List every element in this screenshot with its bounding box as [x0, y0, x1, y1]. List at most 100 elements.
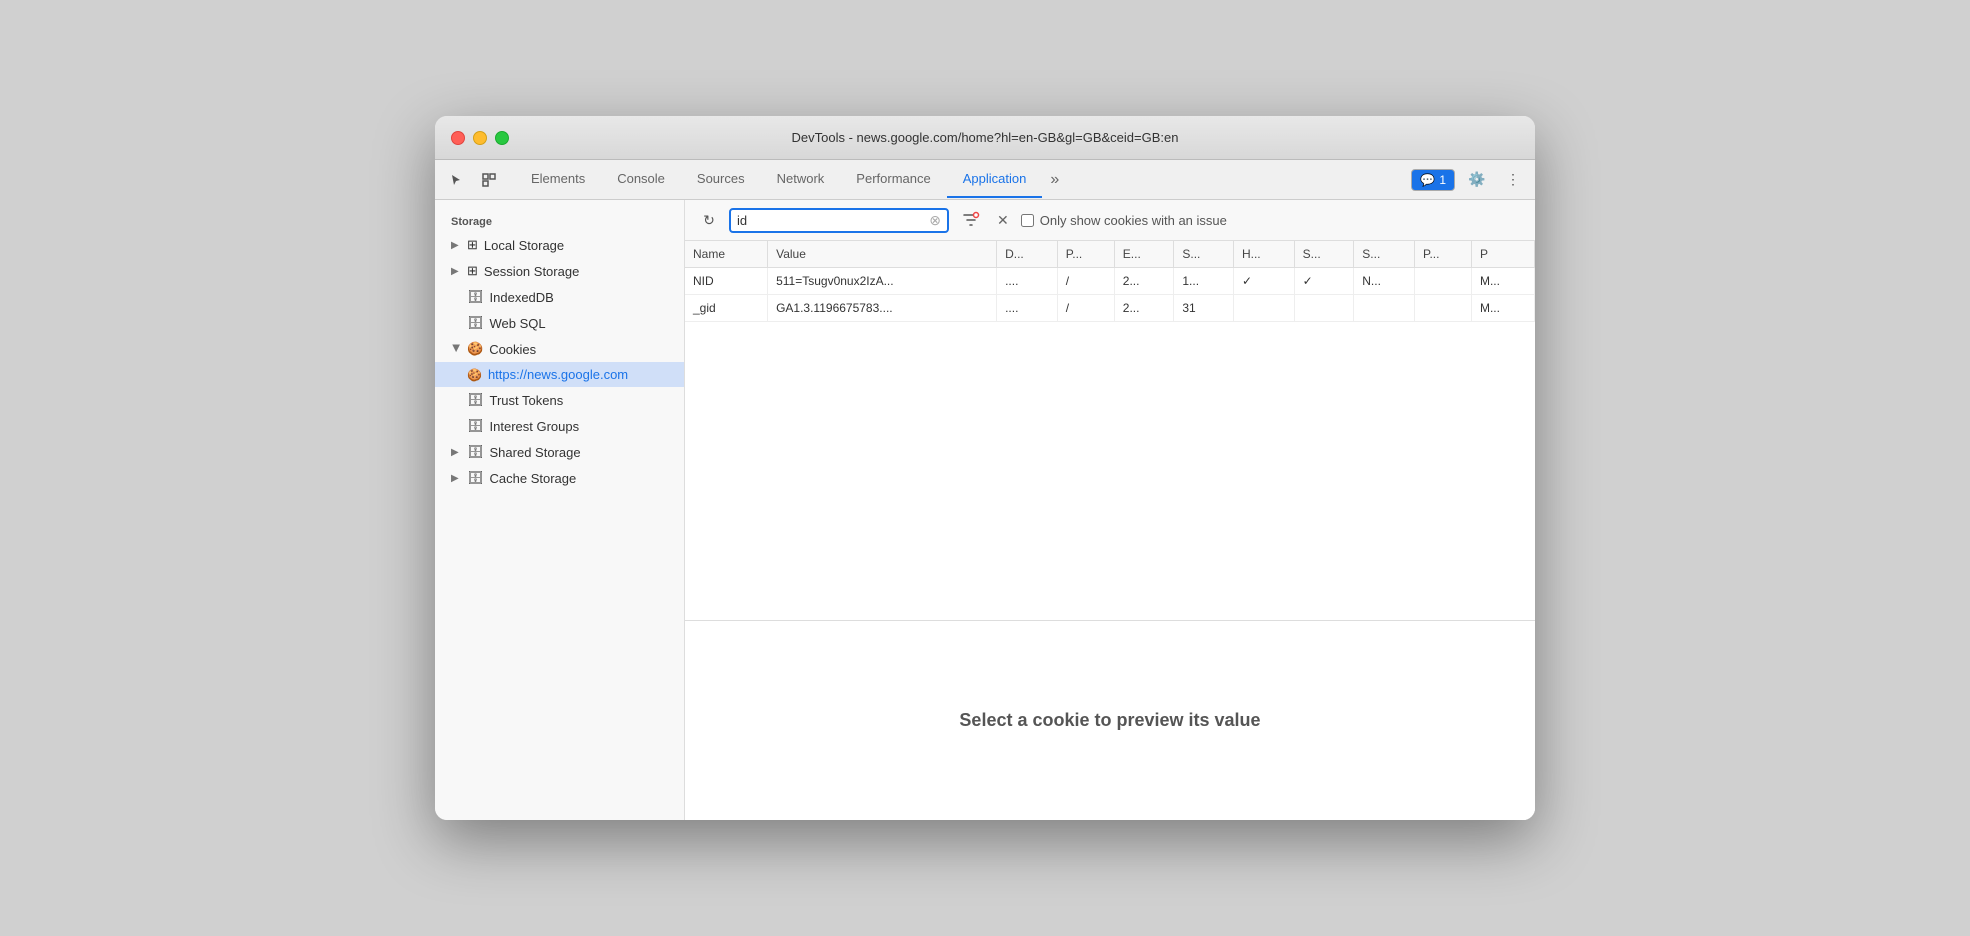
title-bar: DevTools - news.google.com/home?hl=en-GB…	[435, 116, 1535, 160]
only-issues-label: Only show cookies with an issue	[1040, 213, 1227, 228]
content-area: Storage ▶ ⊞ Local Storage ▶ ⊞ Session St…	[435, 200, 1535, 820]
col-s[interactable]: S...	[1174, 241, 1234, 268]
cell-value: GA1.3.1196675783....	[768, 295, 997, 322]
cookies-table-container: Name Value D... P... E... S... H... S...…	[685, 241, 1535, 620]
col-p[interactable]: P...	[1057, 241, 1114, 268]
sidebar-item-label: Local Storage	[484, 238, 564, 253]
preview-text: Select a cookie to preview its value	[959, 710, 1260, 731]
more-tabs-button[interactable]: »	[1042, 162, 1067, 198]
cell-d: ....	[997, 268, 1058, 295]
grid-icon: ⊞	[467, 263, 478, 279]
sidebar-item-label: Interest Groups	[490, 419, 580, 434]
cell-s: 1...	[1174, 268, 1234, 295]
cell-s2: ✓	[1294, 268, 1354, 295]
cell-s3: N...	[1354, 268, 1415, 295]
feedback-button[interactable]: 💬 1	[1411, 169, 1455, 191]
arrow-icon: ▶	[451, 447, 461, 458]
arrow-icon: ▶	[451, 266, 461, 277]
tab-performance[interactable]: Performance	[840, 162, 946, 198]
sidebar-item-cache-storage[interactable]: ▶ 🗄 Cache Storage	[435, 465, 684, 491]
col-e[interactable]: E...	[1114, 241, 1174, 268]
arrow-icon: ▶	[451, 473, 461, 484]
clear-search-icon[interactable]: ⊗	[929, 212, 941, 229]
tab-network[interactable]: Network	[761, 162, 841, 198]
col-s2[interactable]: S...	[1294, 241, 1354, 268]
minimize-button[interactable]	[473, 131, 487, 145]
col-h[interactable]: H...	[1233, 241, 1294, 268]
feedback-icon: 💬	[1420, 173, 1435, 187]
settings-icon[interactable]: ⚙️	[1463, 166, 1491, 194]
feedback-badge: 1	[1439, 173, 1446, 187]
close-button[interactable]	[451, 131, 465, 145]
col-p3[interactable]: P	[1471, 241, 1534, 268]
sidebar-item-indexeddb[interactable]: 🗄 IndexedDB	[435, 284, 684, 310]
sidebar-item-trust-tokens[interactable]: 🗄 Trust Tokens	[435, 387, 684, 413]
arrow-open-icon: ▶	[451, 344, 462, 354]
cell-e: 2...	[1114, 295, 1174, 322]
sidebar-item-cookies-google[interactable]: 🍪 https://news.google.com	[435, 362, 684, 387]
cell-s: 31	[1174, 295, 1234, 322]
sidebar-item-cookies[interactable]: ▶ 🍪 Cookies	[435, 336, 684, 362]
cookie-icon: 🍪	[467, 341, 483, 357]
main-panel: ↻ ⊗ ✕ Only show cookies with an issue	[685, 200, 1535, 820]
only-issues-checkbox[interactable]	[1021, 214, 1034, 227]
cookies-table: Name Value D... P... E... S... H... S...…	[685, 241, 1535, 322]
sidebar-item-label: Web SQL	[490, 316, 546, 331]
cell-p3: M...	[1471, 295, 1534, 322]
grid-icon: ⊞	[467, 237, 478, 253]
cell-h	[1233, 295, 1294, 322]
cell-name: NID	[685, 268, 768, 295]
cell-p: /	[1057, 295, 1114, 322]
sidebar-item-label: Shared Storage	[490, 445, 581, 460]
col-name[interactable]: Name	[685, 241, 768, 268]
sidebar: Storage ▶ ⊞ Local Storage ▶ ⊞ Session St…	[435, 200, 685, 820]
cell-p3: M...	[1471, 268, 1534, 295]
col-s3[interactable]: S...	[1354, 241, 1415, 268]
sidebar-item-shared-storage[interactable]: ▶ 🗄 Shared Storage	[435, 439, 684, 465]
arrow-icon: ▶	[451, 240, 461, 251]
tab-sources[interactable]: Sources	[681, 162, 761, 198]
cell-d: ....	[997, 295, 1058, 322]
sidebar-item-session-storage[interactable]: ▶ ⊞ Session Storage	[435, 258, 684, 284]
inspector-icon[interactable]	[475, 166, 503, 194]
tab-elements[interactable]: Elements	[515, 162, 601, 198]
cell-s2	[1294, 295, 1354, 322]
sidebar-item-local-storage[interactable]: ▶ ⊞ Local Storage	[435, 232, 684, 258]
refresh-button[interactable]: ↻	[697, 208, 721, 232]
col-d[interactable]: D...	[997, 241, 1058, 268]
more-options-icon[interactable]: ⋮	[1499, 166, 1527, 194]
db-icon: 🗄	[467, 418, 484, 434]
table-header-row: Name Value D... P... E... S... H... S...…	[685, 241, 1535, 268]
cell-p2	[1414, 295, 1471, 322]
table-row[interactable]: NID 511=Tsugv0nux2IzA... .... / 2... 1..…	[685, 268, 1535, 295]
sidebar-item-label: IndexedDB	[490, 290, 554, 305]
devtools-toolbar: Elements Console Sources Network Perform…	[435, 160, 1535, 200]
cookies-toolbar: ↻ ⊗ ✕ Only show cookies with an issue	[685, 200, 1535, 241]
maximize-button[interactable]	[495, 131, 509, 145]
traffic-lights	[451, 131, 509, 145]
toolbar-right: 💬 1 ⚙️ ⋮	[1411, 166, 1527, 194]
tab-console[interactable]: Console	[601, 162, 681, 198]
sidebar-item-label: Trust Tokens	[490, 393, 564, 408]
sidebar-item-label: https://news.google.com	[488, 367, 628, 382]
sidebar-item-interest-groups[interactable]: 🗄 Interest Groups	[435, 413, 684, 439]
table-row[interactable]: _gid GA1.3.1196675783.... .... / 2... 31…	[685, 295, 1535, 322]
col-value[interactable]: Value	[768, 241, 997, 268]
filter-icon[interactable]	[957, 206, 985, 234]
tab-application[interactable]: Application	[947, 162, 1043, 198]
cell-e: 2...	[1114, 268, 1174, 295]
cell-name: _gid	[685, 295, 768, 322]
preview-panel: Select a cookie to preview its value	[685, 620, 1535, 820]
cursor-icon[interactable]	[443, 166, 471, 194]
search-input[interactable]	[737, 213, 925, 228]
tab-bar: Elements Console Sources Network Perform…	[507, 162, 1407, 198]
sidebar-item-web-sql[interactable]: 🗄 Web SQL	[435, 310, 684, 336]
db-icon: 🗄	[467, 444, 484, 460]
search-box: ⊗	[729, 208, 949, 233]
sidebar-item-label: Cache Storage	[490, 471, 577, 486]
cell-s3	[1354, 295, 1415, 322]
dismiss-filter-button[interactable]: ✕	[993, 208, 1013, 233]
col-p2[interactable]: P...	[1414, 241, 1471, 268]
db-icon: 🗄	[467, 392, 484, 408]
cell-p2	[1414, 268, 1471, 295]
